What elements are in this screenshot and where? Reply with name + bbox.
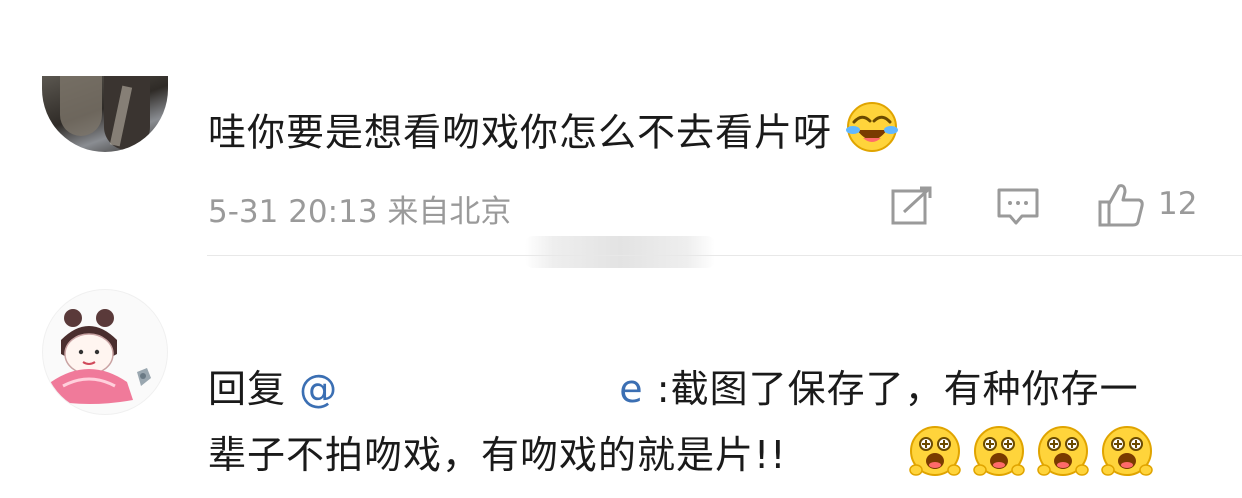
grinning-starry-emoji-icon <box>970 424 1028 486</box>
comment-icon[interactable] <box>996 186 1040 226</box>
mention-link[interactable]: @ <box>299 367 338 411</box>
thumbs-up-icon[interactable] <box>1097 182 1145 228</box>
reply-text-line-1: :截图了保存了，有种你存一 <box>656 367 1139 411</box>
share-icon[interactable] <box>890 186 934 226</box>
reply-prefix: 回复 <box>208 367 287 411</box>
reply-text-line-2: 辈子不拍吻戏，有吻戏的就是片!! <box>208 433 787 477</box>
comment-2-line-1: 回复 @ e :截图了保存了，有种你存一 <box>208 360 1139 418</box>
grinning-starry-emoji-icon <box>906 424 964 486</box>
timestamp: 5-31 20:13 <box>208 194 378 230</box>
redaction-blur <box>525 236 715 268</box>
grinning-starry-emoji-icon <box>1098 424 1156 486</box>
avatar[interactable] <box>42 76 168 152</box>
like-count: 12 <box>1158 186 1198 222</box>
avatar-figure-left <box>60 76 102 136</box>
comment-1-text: 哇你要是想看吻戏你怎么不去看片呀 <box>208 100 899 170</box>
mention-tail[interactable]: e <box>619 367 643 411</box>
comment-2-line-2: 辈子不拍吻戏，有吻戏的就是片!! <box>208 426 786 484</box>
comment-1-content: 哇你要是想看吻戏你怎么不去看片呀 <box>208 110 833 155</box>
grinning-starry-emoji-icon <box>1034 424 1092 486</box>
emoji-row <box>906 424 1156 484</box>
comment-1-meta: 5-31 20:13 来自北京 <box>208 186 511 231</box>
divider <box>207 255 1242 256</box>
avatar[interactable] <box>42 289 168 415</box>
location: 来自北京 <box>387 194 512 230</box>
laughing-crying-emoji-icon <box>845 100 899 170</box>
cartoon-girl-avatar-icon <box>47 309 151 404</box>
